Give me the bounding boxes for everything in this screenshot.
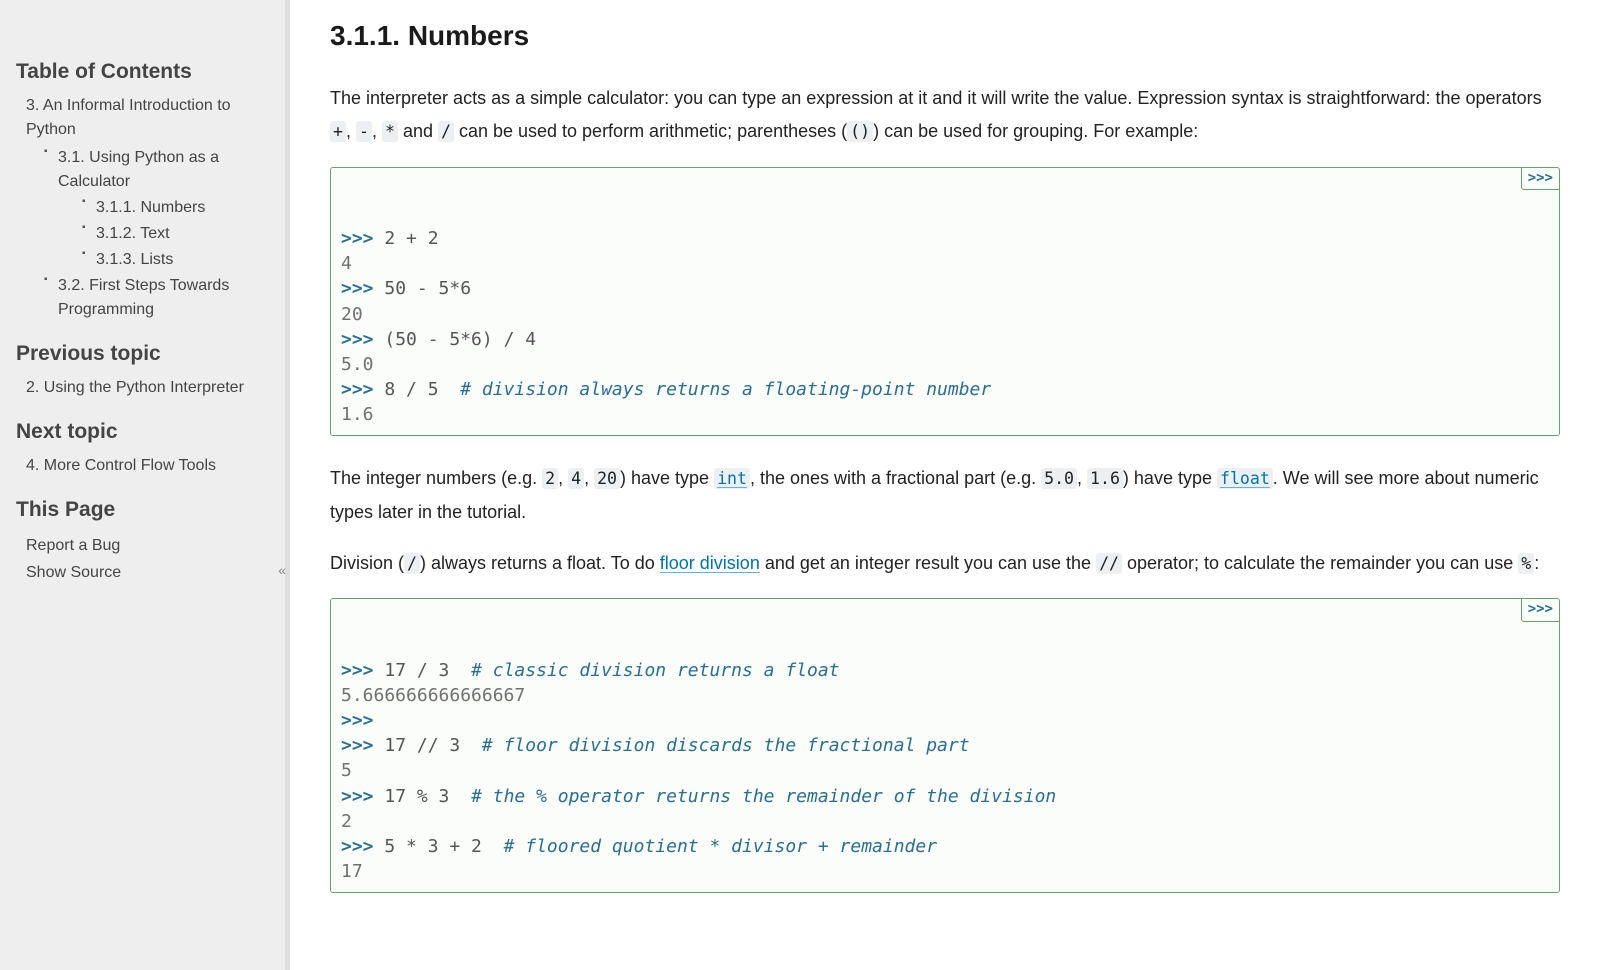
toc-section-link[interactable]: 3.1. Using Python as a Calculator [58,149,219,190]
intro-paragraph: The interpreter acts as a simple calcula… [330,82,1560,149]
toc-subsection-link[interactable]: 3.1.3. Lists [96,251,173,268]
floor-division-link[interactable]: floor division [660,553,760,573]
toc-heading: Table of Contents [16,60,269,84]
toc-subsection-link[interactable]: 3.1.1. Numbers [96,199,205,216]
operator-slash-2: / [404,553,420,574]
literal-5-0: 5.0 [1041,468,1077,489]
section-heading: 3.1.1. Numbers [330,20,1560,52]
literal-2: 2 [542,468,558,489]
operator-minus: - [356,121,372,142]
int-link[interactable]: int [714,468,750,488]
sidebar: Table of Contents 3. An Informal Introdu… [0,0,290,970]
report-bug-link[interactable]: Report a Bug [26,532,269,559]
literal-20: 20 [594,468,620,489]
float-link[interactable]: float [1217,468,1273,488]
operator-floor-div: // [1096,553,1122,574]
operator-percent: % [1518,553,1534,574]
main-content: 3.1.1. Numbers The interpreter acts as a… [290,0,1600,970]
next-topic-heading: Next topic [16,420,269,444]
next-topic-link[interactable]: 4. More Control Flow Tools [26,454,269,478]
collapse-sidebar-button[interactable]: « [274,560,290,580]
toc: 3. An Informal Introduction to Python 3.… [26,94,269,322]
types-paragraph: The integer numbers (e.g. 2, 4, 20) have… [330,462,1560,529]
toggle-prompts-button-2[interactable]: >>> [1521,598,1560,622]
code-example-1: >>>>>> 2 + 2 4 >>> 50 - 5*6 20 >>> (50 -… [330,167,1560,437]
toc-section-link[interactable]: 3.2. First Steps Towards Programming [58,277,229,318]
toc-root-link[interactable]: 3. An Informal Introduction to Python [26,97,231,138]
this-page-heading: This Page [16,498,269,522]
operator-star: * [382,121,398,142]
previous-topic-heading: Previous topic [16,342,269,366]
literal-1-6: 1.6 [1087,468,1123,489]
toc-subsection-link[interactable]: 3.1.2. Text [96,225,170,242]
parentheses-literal: () [847,121,873,142]
operator-slash: / [438,121,454,142]
show-source-link[interactable]: Show Source [26,559,269,586]
previous-topic-link[interactable]: 2. Using the Python Interpreter [26,376,269,400]
code-example-2: >>>>>> 17 / 3 # classic division returns… [330,598,1560,893]
division-paragraph: Division (/) always returns a float. To … [330,547,1560,580]
literal-4: 4 [568,468,584,489]
operator-plus: + [330,121,346,142]
toggle-prompts-button[interactable]: >>> [1521,167,1560,191]
